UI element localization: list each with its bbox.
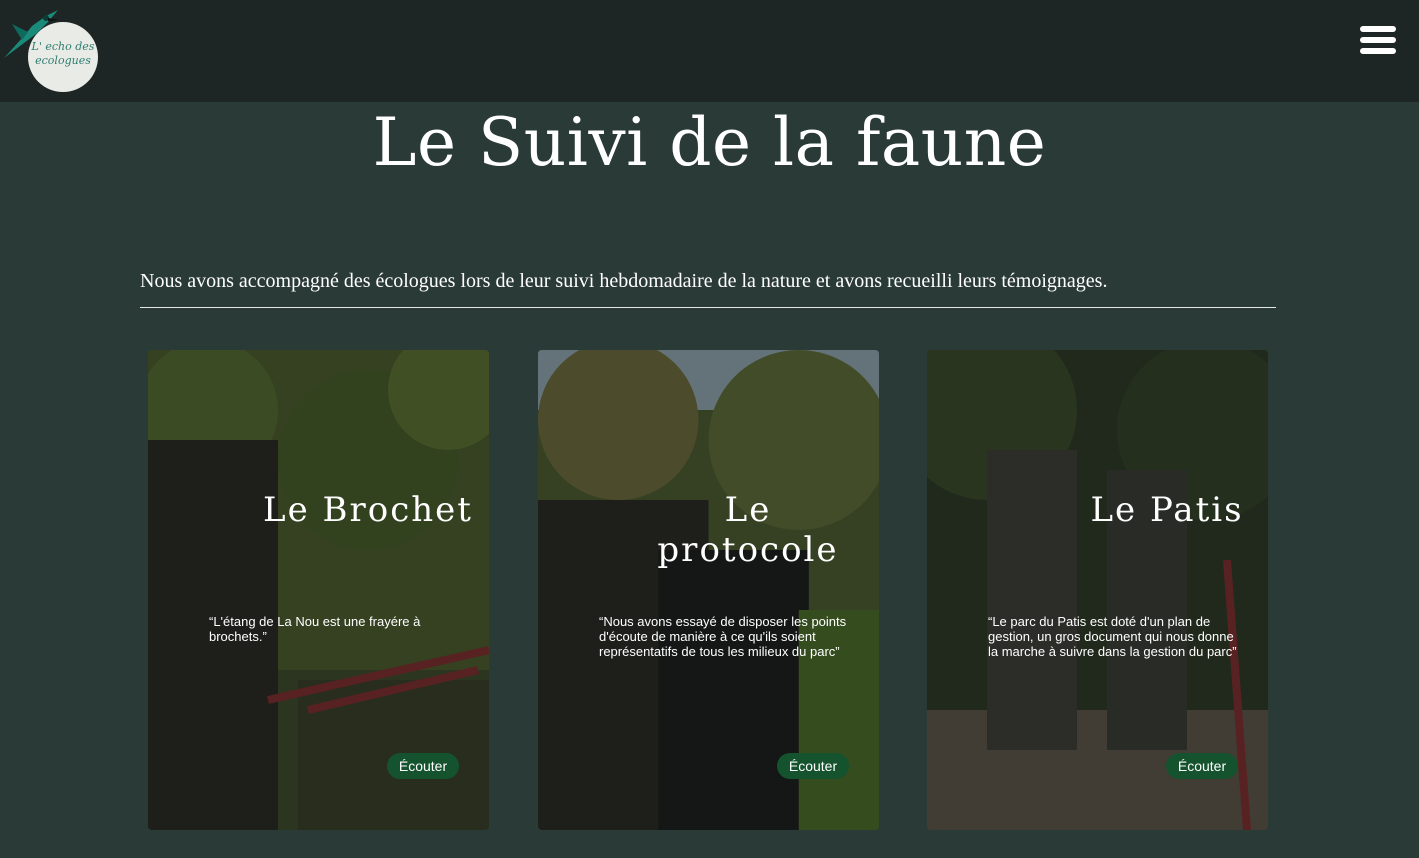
- card-quote: “Nous avons essayé de disposer les point…: [599, 614, 847, 659]
- card-title: Le Brochet: [263, 490, 473, 530]
- card-quote: “L'étang de La Nou est une frayére à bro…: [209, 614, 421, 644]
- card-title: Le Patis: [1090, 490, 1244, 530]
- logo-text: L' echo des ecologues: [30, 40, 96, 68]
- hamburger-menu-icon[interactable]: [1360, 26, 1396, 58]
- card-patis[interactable]: Le Patis “Le parc du Patis est doté d'un…: [927, 350, 1268, 830]
- card-title: Le protocole: [657, 490, 839, 570]
- card-brochet[interactable]: Le Brochet “L'étang de La Nou est une fr…: [148, 350, 489, 830]
- menu-bar: [1360, 37, 1396, 43]
- card-quote: “Le parc du Patis est doté d'un plan de …: [988, 614, 1237, 659]
- logo-text-line2: ecologues: [35, 54, 91, 67]
- divider: [140, 307, 1276, 308]
- listen-button[interactable]: Écouter: [1166, 753, 1238, 779]
- menu-bar: [1360, 48, 1396, 54]
- site-logo[interactable]: L' echo des ecologues: [0, 0, 110, 102]
- page-title: Le Suivi de la faune: [372, 104, 1047, 181]
- listen-button[interactable]: Écouter: [387, 753, 459, 779]
- intro-text: Nous avons accompagné des écologues lors…: [140, 270, 1108, 292]
- card-protocole[interactable]: Le protocole “Nous avons essayé de dispo…: [538, 350, 879, 830]
- listen-button[interactable]: Écouter: [777, 753, 849, 779]
- logo-text-line1: L' echo des: [31, 40, 95, 53]
- top-bar: L' echo des ecologues: [0, 0, 1419, 102]
- menu-bar: [1360, 26, 1396, 32]
